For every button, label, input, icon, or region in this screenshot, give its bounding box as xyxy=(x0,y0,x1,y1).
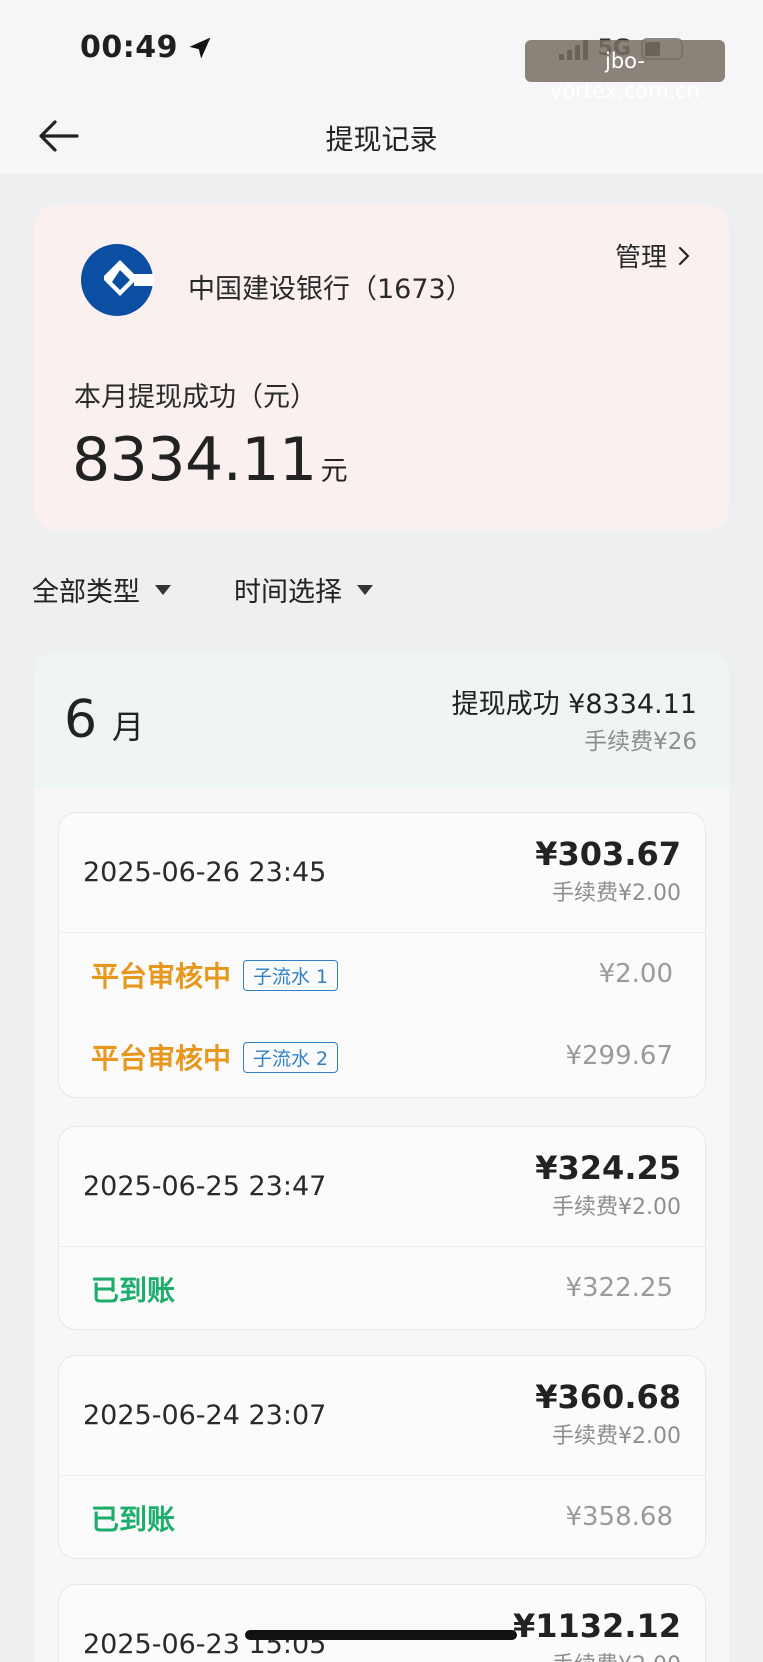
status-text: 已到账 xyxy=(91,1274,176,1307)
manage-label: 管理 xyxy=(614,243,667,273)
sub-record-amount: ¥322.25 xyxy=(565,1273,673,1303)
record-header: 2025-06-24 23:07 ¥360.68 手续费¥2.00 xyxy=(59,1356,705,1476)
sub-record-line: 已到账 ¥358.68 xyxy=(59,1476,705,1558)
chevron-right-icon xyxy=(678,246,690,265)
withdraw-record[interactable]: 2025-06-25 23:47 ¥324.25 手续费¥2.00 已到账 ¥3… xyxy=(58,1126,706,1330)
record-status: 已到账 xyxy=(91,1269,175,1309)
status-bar: 00:49 5G jbo-vortex.com.cn xyxy=(0,0,763,103)
sub-record-amount: ¥2.00 xyxy=(598,959,673,989)
month-number: 6 xyxy=(64,690,98,750)
sub-record-amount: ¥358.68 xyxy=(565,1502,673,1532)
withdraw-record[interactable]: 2025-06-23 15:05 ¥1132.12 手续费¥2.00 xyxy=(58,1584,706,1662)
record-date: 2025-06-26 23:45 xyxy=(83,857,327,888)
manage-link[interactable]: 管理 xyxy=(615,237,691,274)
amount-value: 8334.11 xyxy=(72,425,317,495)
status-text: 平台审核中 xyxy=(91,960,232,993)
status-text: 已到账 xyxy=(91,1503,176,1536)
month-withdraw-amount: 8334.11 元 xyxy=(72,425,348,495)
bank-name: 中国建设银行（1673） xyxy=(188,274,473,305)
withdraw-record[interactable]: 2025-06-26 23:45 ¥303.67 手续费¥2.00 平台审核中 … xyxy=(58,812,706,1098)
nav-bar: 提现记录 xyxy=(0,100,763,174)
bank-card: 中国建设银行（1673） 管理 本月提现成功（元） 8334.11 元 xyxy=(34,205,729,530)
caret-down-icon xyxy=(155,584,171,595)
month-summary: 提现成功 ¥8334.11 xyxy=(451,689,697,720)
record-date: 2025-06-24 23:07 xyxy=(83,1400,327,1431)
record-status: 平台审核中 子流水 1 xyxy=(91,955,339,995)
home-indicator[interactable] xyxy=(245,1630,517,1640)
month-withdraw-label: 本月提现成功（元） xyxy=(74,382,317,413)
watermark: jbo-vortex.com.cn xyxy=(525,40,725,103)
status-text: 平台审核中 xyxy=(91,1042,232,1075)
status-time: 00:49 xyxy=(80,30,214,65)
sub-record-line: 平台审核中 子流水 1 ¥2.00 xyxy=(59,933,705,1015)
record-date: 2025-06-25 23:47 xyxy=(83,1171,327,1202)
record-status: 平台审核中 子流水 2 xyxy=(91,1037,339,1077)
record-header: 2025-06-23 15:05 ¥1132.12 手续费¥2.00 xyxy=(59,1585,705,1662)
time-filter-dropdown[interactable]: 时间选择 xyxy=(234,570,374,609)
record-fee: 手续费¥2.00 xyxy=(552,1195,681,1220)
month-group: 6 月 提现成功 ¥8334.11 手续费¥26 2025-06-26 23:4… xyxy=(34,652,729,1662)
withdraw-record[interactable]: 2025-06-24 23:07 ¥360.68 手续费¥2.00 已到账 ¥3… xyxy=(58,1355,706,1559)
sub-record-amount: ¥299.67 xyxy=(565,1041,673,1071)
ccb-logo-icon xyxy=(81,244,154,316)
clock-text: 00:49 xyxy=(80,30,178,65)
record-amount: ¥360.68 xyxy=(535,1378,681,1416)
sub-flow-tag: 子流水 1 xyxy=(243,959,339,991)
record-amount: ¥303.67 xyxy=(535,835,681,873)
type-filter-dropdown[interactable]: 全部类型 xyxy=(32,570,172,609)
record-header: 2025-06-26 23:45 ¥303.67 手续费¥2.00 xyxy=(59,813,705,933)
amount-unit: 元 xyxy=(320,456,348,487)
record-fee: 手续费¥2.00 xyxy=(552,881,681,906)
record-header: 2025-06-25 23:47 ¥324.25 手续费¥2.00 xyxy=(59,1127,705,1247)
record-amount: ¥324.25 xyxy=(535,1149,681,1187)
record-status: 已到账 xyxy=(91,1498,175,1538)
caret-down-icon xyxy=(357,584,373,595)
record-amount: ¥1132.12 xyxy=(512,1607,681,1645)
sub-record-line: 平台审核中 子流水 2 ¥299.67 xyxy=(59,1015,705,1097)
type-filter-label: 全部类型 xyxy=(32,577,140,608)
sub-flow-tag: 子流水 2 xyxy=(243,1041,339,1073)
month-unit: 月 xyxy=(112,708,145,746)
filter-bar: 全部类型 时间选择 xyxy=(32,570,374,609)
month-header: 6 月 提现成功 ¥8334.11 手续费¥26 xyxy=(34,652,729,788)
month-fee: 手续费¥26 xyxy=(584,729,697,755)
location-arrow-icon xyxy=(189,37,211,58)
sub-record-line: 已到账 ¥322.25 xyxy=(59,1247,705,1329)
page-title: 提现记录 xyxy=(325,123,438,156)
time-filter-label: 时间选择 xyxy=(234,577,342,608)
record-fee: 手续费¥2.00 xyxy=(552,1424,681,1449)
